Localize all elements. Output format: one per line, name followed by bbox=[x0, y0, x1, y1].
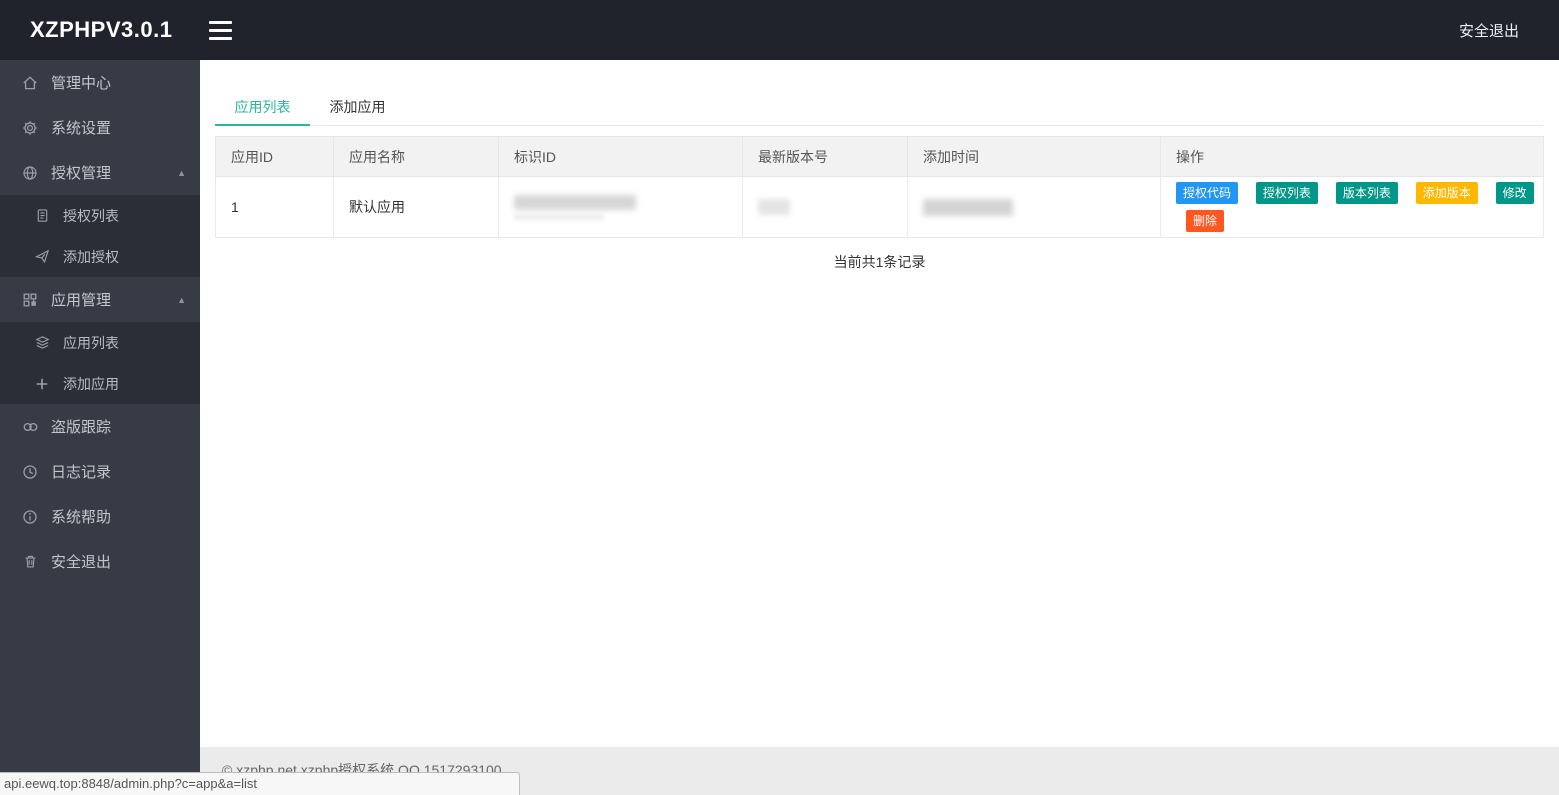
sidebar-item-app-management[interactable]: 应用管理 ▲ bbox=[0, 277, 200, 322]
table-header-row: 应用ID 应用名称 标识ID 最新版本号 添加时间 操作 bbox=[215, 136, 1544, 177]
submenu-app: 应用列表 添加应用 bbox=[0, 322, 200, 404]
sidebar-item-label: 盗版跟踪 bbox=[51, 419, 112, 436]
tab-label: 添加应用 bbox=[329, 99, 386, 115]
cell-identify-id bbox=[498, 176, 743, 238]
active-tab-underline bbox=[215, 124, 310, 126]
sidebar-item-label: 系统设置 bbox=[51, 120, 112, 137]
column-header-identify-id: 标识ID bbox=[498, 136, 743, 177]
tab-app-list[interactable]: 应用列表 bbox=[215, 88, 310, 126]
column-header-app-name: 应用名称 bbox=[333, 136, 499, 177]
sidebar-item-label: 管理中心 bbox=[51, 75, 112, 92]
app-title: XZPHPV3.0.1 bbox=[30, 17, 173, 42]
sidebar-item-piracy-tracking[interactable]: 盗版跟踪 bbox=[0, 404, 200, 449]
submenu-license: 授权列表 添加授权 bbox=[0, 195, 200, 277]
sidebar-nav: 管理中心 系统设置 授权管理 ▲ 授权列表 添加授权 应用管理 ▲ 应用列表 添… bbox=[0, 60, 200, 795]
sidebar-item-label: 添加应用 bbox=[63, 375, 119, 392]
trash-icon bbox=[21, 554, 39, 570]
sidebar-item-label: 应用管理 bbox=[51, 292, 112, 309]
ops-line1: 授权代码 授权列表 版本列表 添加版本 修改 bbox=[1176, 182, 1543, 204]
license-list-button[interactable]: 授权列表 bbox=[1255, 182, 1318, 204]
home-icon bbox=[21, 75, 39, 91]
browser-status-url: api.eewq.top:8848/admin.php?c=app&a=list bbox=[0, 772, 520, 795]
cell-app-name: 默认应用 bbox=[333, 176, 499, 238]
sidebar-item-app-list[interactable]: 应用列表 bbox=[0, 322, 200, 363]
sidebar-item-label: 系统帮助 bbox=[51, 509, 112, 526]
column-header-operations: 操作 bbox=[1160, 136, 1544, 177]
sidebar-item-license-management[interactable]: 授权管理 ▲ bbox=[0, 150, 200, 195]
sidebar-item-label: 日志记录 bbox=[51, 464, 112, 481]
add-version-button[interactable]: 添加版本 bbox=[1415, 182, 1478, 204]
send-icon bbox=[33, 249, 51, 265]
link-icon bbox=[21, 419, 39, 435]
sidebar-item-label: 授权列表 bbox=[63, 207, 119, 224]
redacted-value bbox=[758, 199, 790, 215]
sidebar-item-label: 授权管理 bbox=[51, 165, 112, 182]
chevron-up-icon: ▲ bbox=[177, 294, 186, 305]
redacted-value bbox=[514, 213, 604, 220]
edit-button[interactable]: 修改 bbox=[1495, 182, 1534, 204]
cell-app-id: 1 bbox=[215, 176, 334, 238]
main-content: 应用列表 添加应用 应用ID 应用名称 标识ID 最新版本号 添加时间 操作 1 bbox=[200, 60, 1559, 747]
clock-icon bbox=[21, 464, 39, 480]
app-table: 应用ID 应用名称 标识ID 最新版本号 添加时间 操作 1 默认应用 授权代码… bbox=[215, 136, 1544, 238]
sidebar-item-add-license[interactable]: 添加授权 bbox=[0, 236, 200, 277]
gear-icon bbox=[21, 120, 39, 136]
tab-bar: 应用列表 添加应用 bbox=[215, 88, 1543, 126]
grid-icon bbox=[21, 292, 39, 308]
license-code-button[interactable]: 授权代码 bbox=[1176, 182, 1239, 204]
sidebar-item-admin-center[interactable]: 管理中心 bbox=[0, 60, 200, 105]
cell-add-time bbox=[907, 176, 1161, 238]
sidebar-item-label: 添加授权 bbox=[63, 248, 119, 265]
hamburger-menu-icon[interactable] bbox=[207, 17, 234, 44]
sidebar-item-logout[interactable]: 安全退出 bbox=[0, 539, 200, 584]
redacted-value bbox=[514, 194, 636, 210]
table-row: 1 默认应用 授权代码 授权列表 版本列表 添加版本 修改 删除 bbox=[215, 176, 1544, 238]
sidebar-item-label: 安全退出 bbox=[51, 554, 112, 571]
sidebar-item-log-records[interactable]: 日志记录 bbox=[0, 449, 200, 494]
record-count-text: 当前共1条记录 bbox=[833, 254, 926, 270]
cell-latest-version bbox=[742, 176, 908, 238]
sidebar-item-label: 应用列表 bbox=[63, 334, 119, 351]
sidebar-item-system-settings[interactable]: 系统设置 bbox=[0, 105, 200, 150]
globe-icon bbox=[21, 165, 39, 181]
sidebar-item-system-help[interactable]: 系统帮助 bbox=[0, 494, 200, 539]
tab-label: 应用列表 bbox=[234, 99, 291, 115]
sidebar-item-license-list[interactable]: 授权列表 bbox=[0, 195, 200, 236]
chevron-up-icon: ▲ bbox=[177, 167, 186, 178]
version-list-button[interactable]: 版本列表 bbox=[1335, 182, 1398, 204]
document-icon bbox=[33, 208, 51, 224]
column-header-add-time: 添加时间 bbox=[907, 136, 1161, 177]
layers-icon bbox=[33, 335, 51, 351]
header-logout-link[interactable]: 安全退出 bbox=[1459, 20, 1519, 41]
plus-icon bbox=[33, 376, 51, 392]
cell-operations: 授权代码 授权列表 版本列表 添加版本 修改 删除 bbox=[1160, 176, 1544, 238]
column-header-app-id: 应用ID bbox=[215, 136, 334, 177]
delete-button[interactable]: 删除 bbox=[1186, 210, 1225, 232]
column-header-latest-version: 最新版本号 bbox=[742, 136, 908, 177]
ops-line2: 删除 bbox=[1186, 210, 1543, 232]
sidebar-item-add-app[interactable]: 添加应用 bbox=[0, 363, 200, 404]
tab-add-app[interactable]: 添加应用 bbox=[310, 88, 405, 125]
top-header: XZPHPV3.0.1 安全退出 bbox=[0, 0, 1559, 60]
redacted-value bbox=[923, 198, 1013, 216]
info-icon bbox=[21, 509, 39, 525]
